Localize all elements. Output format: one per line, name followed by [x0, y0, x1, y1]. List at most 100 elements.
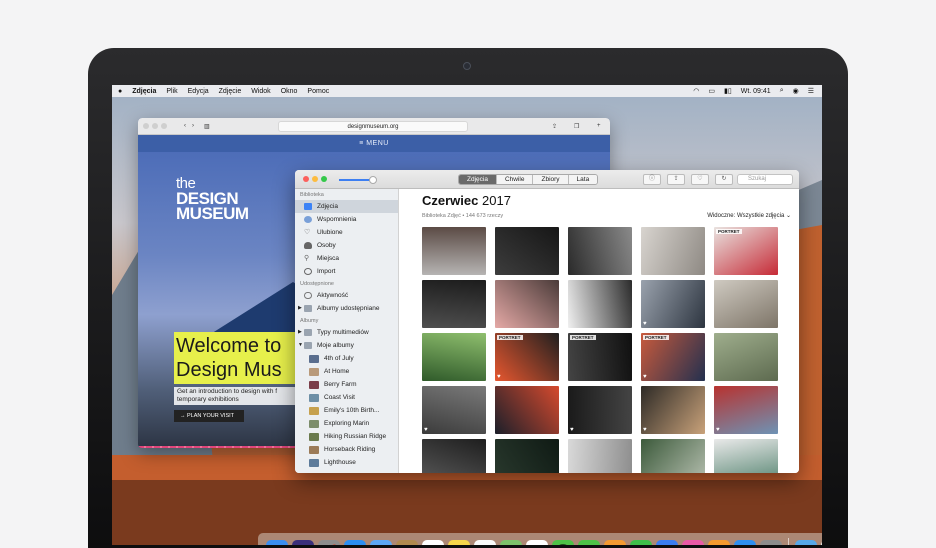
- photo-thumbnail[interactable]: [714, 280, 778, 328]
- menu-file[interactable]: Plik: [166, 88, 177, 95]
- photo-thumbnail[interactable]: PORTRET: [568, 333, 632, 381]
- app-store-icon[interactable]: A: [734, 540, 756, 545]
- sidebar-item-activity[interactable]: Aktywność: [295, 289, 398, 302]
- tab-collections[interactable]: Zbiory: [533, 175, 569, 184]
- photo-thumbnail[interactable]: [568, 280, 632, 328]
- close-button[interactable]: [143, 123, 149, 129]
- back-icon[interactable]: ‹: [184, 123, 186, 129]
- close-button[interactable]: [303, 176, 309, 182]
- sidebar-item-photos[interactable]: Zdjęcia: [295, 200, 398, 213]
- album-item[interactable]: At Home: [295, 365, 398, 378]
- siri-icon[interactable]: ◉: [292, 540, 314, 545]
- downloads-folder-icon[interactable]: ⬇: [795, 540, 817, 545]
- siri-menu-icon[interactable]: ◉: [793, 87, 799, 95]
- album-item[interactable]: Berry Farm: [295, 378, 398, 391]
- photo-thumbnail[interactable]: PORTRET ♥: [641, 333, 705, 381]
- photo-thumbnail[interactable]: PORTRET ♥: [495, 333, 559, 381]
- share-icon[interactable]: ⇪: [552, 123, 557, 130]
- sidebar-item-memories[interactable]: Wspomnienia: [295, 213, 398, 226]
- maps-icon[interactable]: ➤: [500, 540, 522, 545]
- disclosure-icon[interactable]: ▶: [298, 302, 303, 315]
- pages-icon[interactable]: ✎: [604, 540, 626, 545]
- photo-thumbnail[interactable]: [568, 439, 632, 473]
- photo-thumbnail[interactable]: [422, 439, 486, 473]
- airplay-icon[interactable]: ▭: [708, 87, 715, 95]
- zoom-slider-knob[interactable]: [369, 176, 377, 184]
- minimize-button[interactable]: [312, 176, 318, 182]
- album-item[interactable]: Hiking Russian Ridge: [295, 430, 398, 443]
- menu-app-name[interactable]: Zdjęcia: [132, 88, 156, 95]
- photo-thumbnail[interactable]: [422, 333, 486, 381]
- tabs-icon[interactable]: ❐: [574, 123, 579, 130]
- sidebar-item-places[interactable]: ⚲ Miejsca: [295, 252, 398, 265]
- sidebar-item-favorites[interactable]: ♡ Ulubione: [295, 226, 398, 239]
- photos-app-icon[interactable]: ✿: [526, 540, 548, 545]
- rotate-button[interactable]: ↻: [715, 174, 733, 185]
- photo-thumbnail[interactable]: [422, 280, 486, 328]
- photo-thumbnail[interactable]: [641, 227, 705, 275]
- minimize-button[interactable]: [152, 123, 158, 129]
- safari-icon[interactable]: ◎: [344, 540, 366, 545]
- system-prefs-icon[interactable]: ⚙: [760, 540, 782, 545]
- sidebar-item-media-types[interactable]: ▶ Typy multimediów: [295, 326, 398, 339]
- info-button[interactable]: ⓘ: [643, 174, 661, 185]
- finder-icon[interactable]: [266, 540, 288, 545]
- sidebar-item-import[interactable]: Import: [295, 265, 398, 278]
- menu-window[interactable]: Okno: [281, 88, 298, 95]
- menu-image[interactable]: Zdjęcie: [219, 88, 242, 95]
- visible-filter-dropdown[interactable]: Widoczne: Wszystkie zdjęcia ⌄: [707, 212, 791, 219]
- sidebar-item-my-albums[interactable]: ▼ Moje albumy: [295, 339, 398, 352]
- reminders-icon[interactable]: ☑: [474, 540, 496, 545]
- photo-thumbnail[interactable]: [641, 439, 705, 473]
- photo-thumbnail[interactable]: ♥: [568, 386, 632, 434]
- photo-thumbnail[interactable]: PORTRET: [714, 227, 778, 275]
- menu-edit[interactable]: Edycja: [188, 88, 209, 95]
- search-input[interactable]: Szukaj: [737, 174, 793, 185]
- sidebar-item-people[interactable]: Osoby: [295, 239, 398, 252]
- notification-center-icon[interactable]: ☰: [808, 87, 814, 95]
- mail-icon[interactable]: ✉: [370, 540, 392, 545]
- zoom-slider[interactable]: [339, 179, 373, 181]
- tab-photos[interactable]: Zdjęcia: [459, 175, 497, 184]
- forward-icon[interactable]: ›: [192, 123, 194, 129]
- keynote-icon[interactable]: ▲: [656, 540, 678, 545]
- wifi-icon[interactable]: ◠: [693, 87, 699, 95]
- spotlight-icon[interactable]: ⌕: [780, 87, 784, 95]
- new-tab-icon[interactable]: +: [597, 123, 601, 129]
- photo-thumbnail[interactable]: [495, 386, 559, 434]
- plan-visit-button[interactable]: → PLAN YOUR VISIT: [174, 410, 244, 422]
- numbers-icon[interactable]: ▥: [630, 540, 652, 545]
- album-item[interactable]: Lighthouse: [295, 456, 398, 469]
- address-bar[interactable]: designmuseum.org: [278, 121, 468, 132]
- photo-thumbnail[interactable]: [714, 439, 778, 473]
- zoom-button[interactable]: [321, 176, 327, 182]
- photo-thumbnail[interactable]: [568, 227, 632, 275]
- apple-menu-icon[interactable]: ●: [118, 88, 122, 95]
- album-item[interactable]: Coast Visit: [295, 391, 398, 404]
- photo-thumbnail[interactable]: [495, 227, 559, 275]
- itunes-icon[interactable]: ♪: [682, 540, 704, 545]
- album-item[interactable]: Exploring Marin: [295, 417, 398, 430]
- photo-thumbnail[interactable]: ♥: [641, 280, 705, 328]
- photo-thumbnail[interactable]: [495, 280, 559, 328]
- menu-help[interactable]: Pomoc: [307, 88, 329, 95]
- photo-thumbnail[interactable]: [495, 439, 559, 473]
- photo-thumbnail[interactable]: [714, 333, 778, 381]
- album-item[interactable]: 4th of July: [295, 352, 398, 365]
- disclosure-icon[interactable]: ▶: [298, 326, 303, 339]
- clock[interactable]: Wt. 09:41: [741, 88, 771, 95]
- photo-thumbnail[interactable]: ♥: [422, 386, 486, 434]
- sidebar-item-shared-albums[interactable]: ▶ Albumy udostępniane: [295, 302, 398, 315]
- launchpad-icon[interactable]: 🚀: [318, 540, 340, 545]
- share-button[interactable]: ⇪: [667, 174, 685, 185]
- disclosure-icon[interactable]: ▼: [298, 339, 303, 352]
- calendar-icon[interactable]: 12: [422, 540, 444, 545]
- messages-icon[interactable]: 💬: [552, 540, 574, 545]
- notes-icon[interactable]: ≡: [448, 540, 470, 545]
- photo-thumbnail[interactable]: ♥: [714, 386, 778, 434]
- favorite-button[interactable]: ♡: [691, 174, 709, 185]
- site-menu-button[interactable]: ≡ MENU: [138, 135, 610, 152]
- notes-folder-icon[interactable]: ▤: [396, 540, 418, 545]
- ibooks-icon[interactable]: 📖: [708, 540, 730, 545]
- battery-icon[interactable]: ▮▯: [724, 87, 732, 95]
